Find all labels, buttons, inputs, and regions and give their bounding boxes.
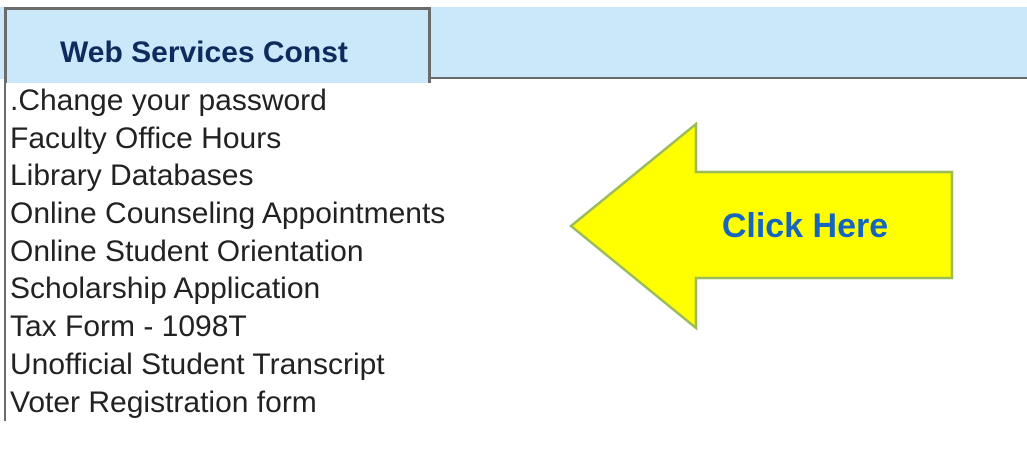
- link-unofficial-student-transcript[interactable]: Unofficial Student Transcript: [6, 346, 566, 384]
- link-scholarship-application[interactable]: Scholarship Application: [6, 270, 566, 308]
- link-tax-form-1098t[interactable]: Tax Form - 1098T: [6, 308, 566, 346]
- link-change-password[interactable]: .Change your password: [6, 82, 566, 120]
- link-online-student-orientation[interactable]: Online Student Orientation: [6, 233, 566, 271]
- tab-label: Web Services Const: [60, 36, 348, 69]
- link-library-databases[interactable]: Library Databases: [6, 157, 566, 195]
- link-faculty-office-hours[interactable]: Faculty Office Hours: [6, 120, 566, 158]
- link-voter-registration-form[interactable]: Voter Registration form: [6, 384, 566, 422]
- link-online-counseling-appointments[interactable]: Online Counseling Appointments: [6, 195, 566, 233]
- web-services-link-list: .Change your password Faculty Office Hou…: [4, 82, 566, 422]
- tab-strip-divider: [431, 77, 1027, 79]
- tab-web-services[interactable]: Web Services Const: [4, 7, 431, 83]
- click-here-label: Click Here: [721, 207, 889, 245]
- web-services-panel: Web Services Const .Change your password…: [0, 0, 1027, 464]
